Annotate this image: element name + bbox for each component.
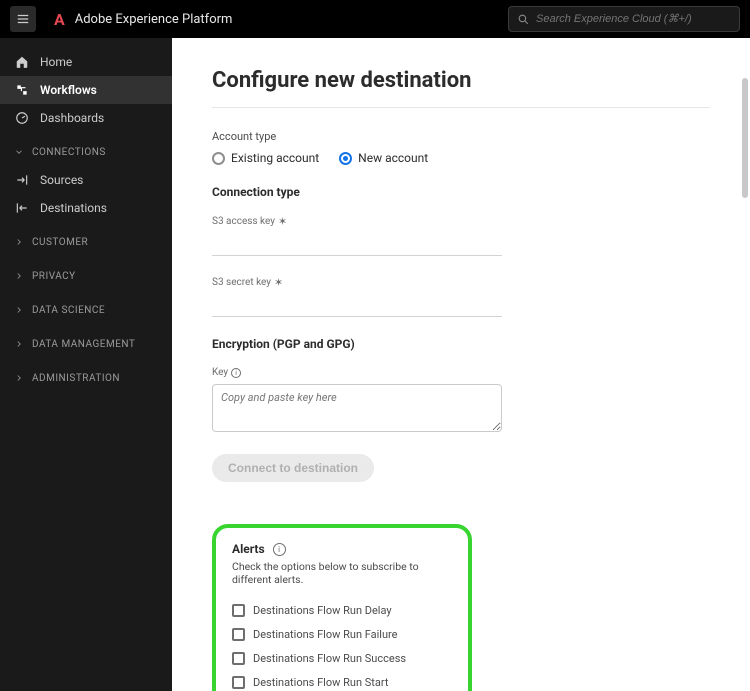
required-asterisk-icon: ✶ (274, 276, 283, 289)
sidebar: Home Workflows Dashboards CONNECTIONS So… (0, 38, 172, 691)
checkbox-icon (232, 604, 245, 617)
scrollbar[interactable] (742, 78, 748, 198)
checkbox-label: Destinations Flow Run Delay (253, 604, 392, 617)
info-icon[interactable]: i (231, 368, 241, 378)
sidebar-group-label: CUSTOMER (32, 237, 88, 248)
sidebar-group-label: DATA MANAGEMENT (32, 339, 135, 350)
main-content: Configure new destination Account type E… (172, 38, 750, 691)
destinations-icon (14, 201, 30, 215)
checkbox-flow-run-delay[interactable]: Destinations Flow Run Delay (232, 598, 452, 622)
s3-access-key-input[interactable] (212, 234, 502, 256)
sidebar-group-privacy[interactable]: PRIVACY (0, 262, 172, 290)
chevron-down-icon (14, 147, 26, 157)
sidebar-item-label: Dashboards (40, 111, 104, 125)
search-field[interactable] (508, 6, 740, 32)
connection-type-heading: Connection type (212, 185, 710, 199)
checkbox-label: Destinations Flow Run Start (253, 676, 388, 689)
sidebar-item-label: Sources (40, 173, 83, 187)
radio-label: New account (358, 151, 428, 165)
radio-existing-account[interactable]: Existing account (212, 151, 319, 165)
radio-new-account[interactable]: New account (339, 151, 428, 165)
checkbox-flow-run-success[interactable]: Destinations Flow Run Success (232, 646, 452, 670)
sidebar-item-workflows[interactable]: Workflows (0, 76, 172, 104)
app-title: Adobe Experience Platform (75, 12, 233, 27)
account-type-label: Account type (212, 130, 710, 143)
sidebar-group-data-management[interactable]: DATA MANAGEMENT (0, 330, 172, 358)
search-icon (517, 13, 530, 26)
radio-icon (212, 152, 225, 165)
checkbox-flow-run-start[interactable]: Destinations Flow Run Start (232, 670, 452, 691)
sidebar-group-administration[interactable]: ADMINISTRATION (0, 364, 172, 392)
sidebar-item-dashboards[interactable]: Dashboards (0, 104, 172, 132)
checkbox-icon (232, 676, 245, 689)
s3-access-key-label: S3 access key ✶ (212, 215, 710, 228)
sources-icon (14, 173, 30, 187)
key-label: Key i (212, 367, 710, 378)
hamburger-icon (16, 12, 30, 26)
required-asterisk-icon: ✶ (278, 215, 287, 228)
s3-secret-key-input[interactable] (212, 295, 502, 317)
key-textarea[interactable] (212, 384, 502, 432)
checkbox-flow-run-failure[interactable]: Destinations Flow Run Failure (232, 622, 452, 646)
workflow-icon (14, 83, 30, 97)
page-title: Configure new destination (212, 68, 710, 93)
chevron-right-icon (14, 373, 26, 383)
sidebar-group-customer[interactable]: CUSTOMER (0, 228, 172, 256)
search-input[interactable] (536, 13, 731, 25)
home-icon (14, 55, 30, 69)
chevron-right-icon (14, 237, 26, 247)
sidebar-item-label: Home (40, 55, 72, 69)
sidebar-item-label: Destinations (40, 201, 107, 215)
sidebar-group-label: PRIVACY (32, 271, 76, 282)
checkbox-label: Destinations Flow Run Failure (253, 628, 398, 641)
account-type-radios: Existing account New account (212, 151, 710, 165)
sidebar-group-label: CONNECTIONS (32, 147, 106, 158)
sidebar-item-home[interactable]: Home (0, 48, 172, 76)
sidebar-group-data-science[interactable]: DATA SCIENCE (0, 296, 172, 324)
checkbox-icon (232, 652, 245, 665)
chevron-right-icon (14, 339, 26, 349)
radio-label: Existing account (231, 151, 319, 165)
alerts-subtitle: Check the options below to subscribe to … (232, 560, 452, 586)
chevron-right-icon (14, 271, 26, 281)
checkbox-icon (232, 628, 245, 641)
sidebar-item-destinations[interactable]: Destinations (0, 194, 172, 222)
alerts-section: Alerts i Check the options below to subs… (212, 524, 472, 691)
chevron-right-icon (14, 305, 26, 315)
alerts-title: Alerts (232, 542, 265, 556)
radio-icon (339, 152, 352, 165)
sidebar-group-label: DATA SCIENCE (32, 305, 105, 316)
sidebar-group-connections[interactable]: CONNECTIONS (0, 138, 172, 166)
encryption-heading: Encryption (PGP and GPG) (212, 337, 710, 351)
dashboard-icon (14, 111, 30, 125)
sidebar-item-sources[interactable]: Sources (0, 166, 172, 194)
connect-to-destination-button[interactable]: Connect to destination (212, 454, 374, 482)
adobe-logo-icon: A (54, 10, 65, 29)
sidebar-group-label: ADMINISTRATION (32, 373, 120, 384)
top-bar: A Adobe Experience Platform (0, 0, 750, 38)
divider (212, 107, 710, 108)
info-icon[interactable]: i (273, 543, 286, 556)
s3-secret-key-label: S3 secret key ✶ (212, 276, 710, 289)
hamburger-menu-button[interactable] (10, 6, 36, 32)
checkbox-label: Destinations Flow Run Success (253, 652, 406, 665)
sidebar-item-label: Workflows (40, 83, 97, 97)
